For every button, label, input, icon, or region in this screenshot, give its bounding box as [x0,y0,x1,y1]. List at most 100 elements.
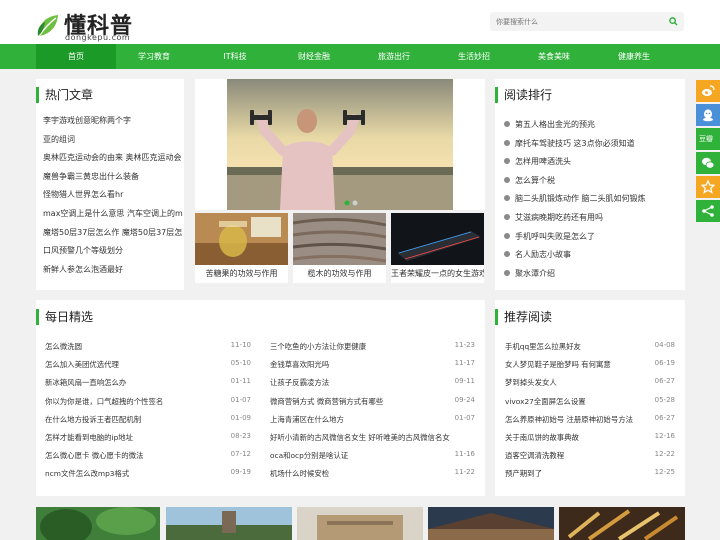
daily-picks-panel: 每日精选 怎么微洗圆 11-10 怎么加入美团优选代理 05-10 新冰箱风扇一直响… [36,300,485,496]
nav-item-home[interactable]: 首页 [36,44,116,69]
list-item[interactable]: 艾滋病晚期吃药还有用吗 [504,212,684,231]
list-item[interactable]: 新冰箱风扇一直响怎么办 01-11 [45,377,251,395]
list-item[interactable]: oca和ocp分别是啥认证 11-16 [270,450,475,468]
nav-item-life-tips[interactable]: 生活妙招 [434,44,514,69]
share-wechat-button[interactable] [696,152,720,174]
list-item[interactable]: 口风预警几个等级划分 [43,245,183,264]
list-item[interactable]: 机场什么时候安检 11-22 [270,468,475,486]
list-item-label: 三个吃鱼的小方法让你更健康 [270,342,367,351]
list-item-date: 12-25 [654,468,675,477]
logo-domain: dongkepu.com [65,33,131,42]
list-item-label: 上海青浦区在什么地方 [270,414,344,424]
list-item[interactable]: 怎样用啤酒洗头 [504,156,684,175]
list-item-label: 怎么养原神初始号 注册原神初始号方法 [505,414,633,424]
list-item[interactable]: 怎么加入美团优选代理 05-10 [45,359,251,377]
bottom-thumb-image[interactable] [428,507,554,540]
search-icon[interactable] [669,17,678,26]
share-douban-button[interactable]: 豆瓣 [696,128,720,150]
search-input[interactable] [490,12,660,31]
list-item[interactable]: 预产期到了 12-25 [505,468,675,486]
list-item[interactable]: 新鲜人参怎么泡酒最好 [43,264,183,283]
list-item-label: 女人梦见鞋子是胎梦吗 有何寓意 [505,360,611,370]
list-item[interactable]: max空调上是什么意思 汽车空调上的max [43,208,183,227]
list-item[interactable]: ncm文件怎么改mp3格式 09-19 [45,468,251,486]
nav-item-finance[interactable]: 财经金融 [274,44,354,69]
list-item-label: 新冰箱风扇一直响怎么办 [45,378,127,388]
list-item[interactable]: 奥林匹克运动会的由来 奥林匹克运动会 [43,152,183,171]
thumb-card[interactable]: 榄木的功效与作用 [293,213,386,283]
list-item[interactable]: 上海青浦区在什么地方 01-07 [270,414,475,432]
bullet-icon [504,121,510,127]
list-item[interactable]: 怪物猎人世界怎么看hr [43,189,183,208]
list-item[interactable]: 梦到掉头发女人 06-27 [505,377,675,395]
search-box [490,12,684,31]
thumb-card[interactable]: 王者荣耀皮一点的女生游戏 [391,213,484,283]
share-more-button[interactable] [696,200,720,222]
list-item-label: 微商营销方式 微商营销方式有哪些 [270,396,384,406]
hot-articles-list: 李宇游戏创意昵称两个字 亚的组词 奥林匹克运动会的由来 奥林匹克运动会 魔兽争霸… [43,115,183,282]
list-item-date: 12-22 [654,450,675,459]
list-item-date: 11-16 [454,450,475,459]
list-item-label: 在什么地方投诉王者匹配机制 [45,414,142,424]
list-item[interactable]: 手机呼叫失败是怎么了 [504,231,684,250]
daily-picks-title: 每日精选 [36,309,93,325]
list-item[interactable]: 怎么微心愿卡 微心愿卡的微法 07-12 [45,450,251,468]
list-item[interactable]: 亚的组词 [43,134,183,153]
list-item[interactable]: 怎么微洗圆 11-10 [45,341,251,359]
list-item-date: 05-10 [230,359,251,368]
nav-item-education[interactable]: 学习教育 [114,44,194,69]
list-item[interactable]: 金钱草喜欢阳光吗 11-17 [270,359,475,377]
list-item-label: 预产期到了 [505,469,542,479]
list-item-label: 聚水潭介绍 [515,268,555,278]
list-item-label: 摩托车驾驶技巧 这3点你必须知道 [515,138,635,148]
list-item[interactable]: 怎么养原神初始号 注册原神初始号方法 06-27 [505,414,675,432]
list-item[interactable]: 名人励志小故事 [504,249,684,268]
site-logo[interactable]: 懂科普 dongkepu.com [36,8,146,42]
list-item[interactable]: 脑二头肌锻炼动作 脑二头肌如何锻炼 [504,193,684,212]
list-item-label: vivox27全面屏怎么设置 [505,396,586,406]
list-item[interactable]: 让孩子反霸凌方法 09-11 [270,377,475,395]
list-item[interactable]: 怎样才能看到电脑的ip地址 08-23 [45,432,251,450]
list-item[interactable]: 你以为你是谁，口气超拽的个性签名 01-07 [45,396,251,414]
list-item[interactable]: 魔塔50层37层怎么作 魔塔50层37层怎么 [43,227,183,246]
list-item[interactable]: 微商营销方式 微商营销方式有哪些 09-24 [270,396,475,414]
list-item[interactable]: 逍客空调清洗教程 12-22 [505,450,675,468]
thumb-image [391,213,484,265]
nav-item-health[interactable]: 健康养生 [594,44,674,69]
list-item[interactable]: 关于南瓜饼的故事典故 12-16 [505,432,675,450]
bottom-thumb-image[interactable] [559,507,685,540]
nav-item-it[interactable]: IT科技 [195,44,275,69]
list-item[interactable]: 摩托车驾驶技巧 这3点你必须知道 [504,138,684,157]
list-item[interactable]: 三个吃鱼的小方法让你更健康 11-23 [270,341,475,359]
list-item[interactable]: 魔兽争霸三黄忠出什么装备 [43,171,183,190]
thumb-image [195,213,288,265]
list-item-label: 机场什么时候安检 [270,469,330,479]
list-item[interactable]: 好听小清新的古风微信名女生 好听唯美的古风微信名女 [270,432,475,450]
list-item[interactable]: 第五人格出金光的预兆 [504,119,684,138]
share-favorite-button[interactable] [696,176,720,198]
featured-slider[interactable] [195,79,485,210]
list-item[interactable]: 李宇游戏创意昵称两个字 [43,115,183,134]
list-item[interactable]: 怎么算个税 [504,175,684,194]
bottom-thumb-image[interactable] [36,507,160,540]
qq-icon [703,109,713,122]
share-qq-button[interactable] [696,104,720,126]
list-item[interactable]: 女人梦见鞋子是胎梦吗 有何寓意 06-19 [505,359,675,377]
hot-articles-panel: 热门文章 李宇游戏创意昵称两个字 亚的组词 奥林匹克运动会的由来 奥林匹克运动会… [36,79,184,290]
list-item-label: 怎么加入美团优选代理 [45,360,119,370]
list-item-date: 01-11 [230,377,251,386]
list-item[interactable]: 在什么地方投诉王者匹配机制 01-09 [45,414,251,432]
list-item-date: 01-07 [230,395,251,404]
bottom-thumb-image[interactable] [166,507,292,540]
list-item[interactable]: vivox27全面屏怎么设置 05-28 [505,396,675,414]
reading-rank-list: 第五人格出金光的预兆 摩托车驾驶技巧 这3点你必须知道 怎样用啤酒洗头 怎么算个… [504,119,684,286]
nav-item-travel[interactable]: 旅游出行 [354,44,434,69]
list-item-date: 11-17 [454,359,475,368]
list-item[interactable]: 聚水潭介绍 [504,268,684,287]
share-weibo-button[interactable] [696,80,720,102]
bottom-thumb-image[interactable] [297,507,423,540]
thumb-card[interactable]: 苦糖果的功效与作用 [195,213,288,283]
nav-item-food[interactable]: 美食美味 [514,44,594,69]
list-item[interactable]: 手机qq里怎么拉黑好友 04-08 [505,341,675,359]
bullet-icon [504,269,510,276]
